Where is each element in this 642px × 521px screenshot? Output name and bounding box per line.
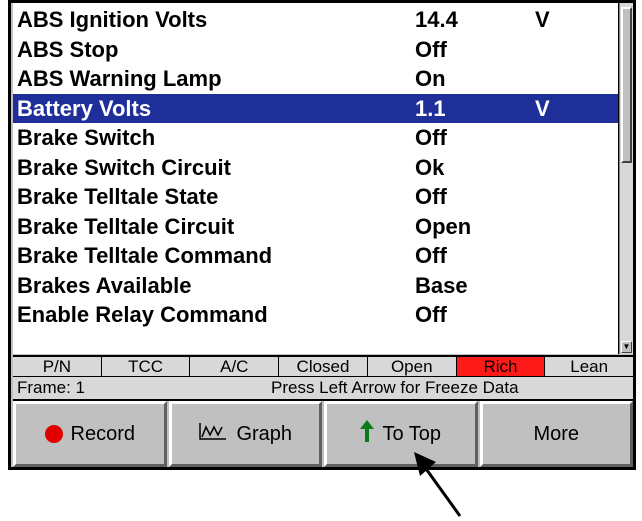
pid-name: Enable Relay Command [17,302,268,327]
pid-value: Base [415,273,468,298]
data-row[interactable]: ABS Stop Off [13,35,618,64]
pid-value: Open [415,214,472,239]
data-row[interactable]: Brake Telltale State Off [13,182,618,211]
status-indicator: TCC [102,357,191,376]
pid-value: 1.1 [415,96,446,121]
record-button[interactable]: Record [13,401,167,467]
callout-arrow-icon [414,452,462,517]
record-button-label: Record [70,422,135,445]
pid-value: Ok [415,155,445,180]
record-dot-icon [44,425,63,443]
status-indicator: Lean [570,357,609,376]
graph-button[interactable]: Graph [168,401,322,467]
soft-key-bar: Record Graph To Top More [13,401,633,467]
pid-value: On [415,66,446,91]
pid-value: Off [415,184,447,209]
pid-unit: V [535,96,550,121]
data-row[interactable]: Brakes Available Base [13,271,618,300]
pid-name: ABS Stop [17,37,119,62]
data-row[interactable]: Battery Volts 1.1 V [13,94,618,123]
graph-button-label: Graph [236,422,293,445]
up-arrow-icon [360,420,375,448]
data-row[interactable]: ABS Warning Lamp On [13,64,618,93]
pid-name: Battery Volts [17,96,152,121]
graph-icon [198,421,228,447]
to-top-button-label: To Top [382,422,442,445]
pid-name: Brake Switch Circuit [17,155,231,180]
pid-name: Brake Switch [17,125,156,150]
data-row[interactable]: ABS Ignition Volts 14.4 V [13,5,618,34]
scan-tool-screen: ABS Ignition Volts 14.4 V ABS Stop Off ABS Wa… [8,0,636,470]
scroll-down-arrow-icon[interactable]: ▼ [621,341,632,353]
status-bar: P/N TCC A/C Closed Open Rich Lean [13,355,633,377]
pid-name: Brake Telltale State [17,184,219,209]
pid-name: ABS Warning Lamp [17,66,222,91]
data-row[interactable]: Brake Switch Off [13,123,618,152]
pid-name: Brakes Available [17,273,192,298]
scrollbar-thumb[interactable] [621,7,632,163]
pid-value: Off [415,302,447,327]
status-indicator: Rich [456,357,546,376]
pid-name: ABS Ignition Volts [17,7,208,32]
data-row[interactable]: Enable Relay Command Off [13,300,618,329]
more-button-label: More [533,422,580,445]
pid-value: Off [415,37,447,62]
status-indicator: Closed [279,357,368,376]
data-list[interactable]: ABS Ignition Volts 14.4 V ABS Stop Off ABS Wa… [13,3,619,354]
status-indicator: Open [368,357,457,376]
frame-label: Frame: 1 [17,378,86,397]
pid-name: Brake Telltale Circuit [17,214,235,239]
pid-unit: V [535,7,550,32]
pid-value: 14.4 [415,7,458,32]
scrollbar[interactable]: ▼ [619,3,633,354]
pid-value: Off [415,125,447,150]
info-bar: Frame: 1 Press Left Arrow for Freeze Dat… [13,377,633,401]
data-row[interactable]: Brake Telltale Circuit Open [13,212,618,241]
data-row[interactable]: Brake Switch Circuit Ok [13,153,618,182]
pid-name: Brake Telltale Command [17,243,273,268]
freeze-data-hint: Press Left Arrow for Freeze Data [271,378,519,397]
status-indicator: A/C [190,357,280,376]
data-row[interactable]: Brake Telltale Command Off [13,241,618,270]
more-button[interactable]: More [479,401,633,467]
pid-value: Off [415,243,447,268]
status-indicator: P/N [13,357,102,376]
